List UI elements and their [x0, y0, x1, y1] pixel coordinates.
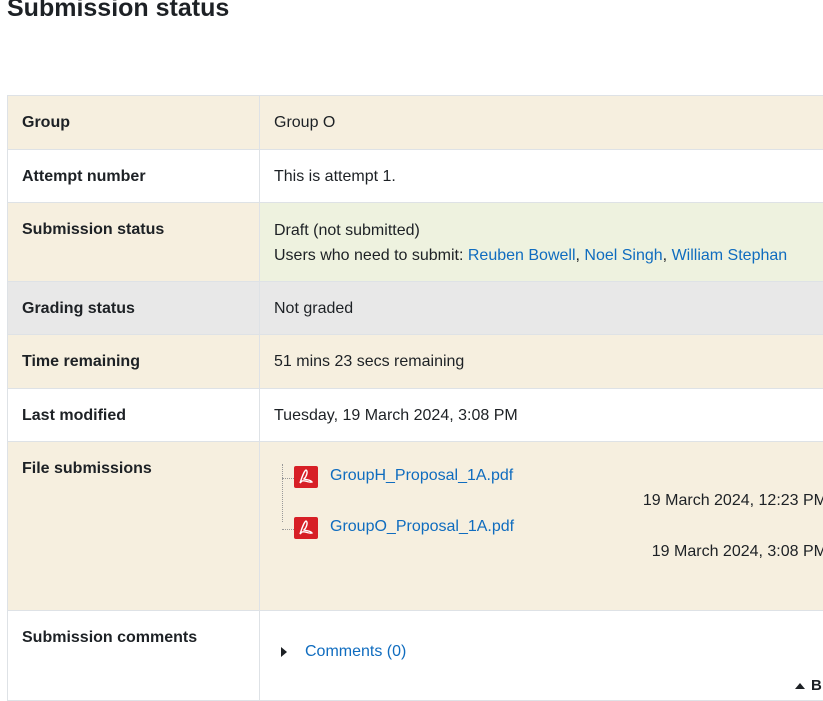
- comments-link[interactable]: Comments (0): [305, 643, 406, 661]
- row-attempt-number: Attempt number This is attempt 1.: [8, 150, 823, 203]
- row-label: Group: [8, 96, 260, 150]
- tree-line: [282, 464, 283, 522]
- caret-right-icon: [281, 647, 287, 657]
- row-label: Attempt number: [8, 150, 260, 203]
- users-prefix: Users who need to submit:: [274, 247, 468, 264]
- group-value: Group O: [260, 96, 823, 150]
- row-file-submissions: File submissions GroupH_Proposal_1A.pdf …: [8, 442, 823, 611]
- pdf-icon: [294, 517, 318, 539]
- user-link[interactable]: William Stephan: [672, 247, 788, 264]
- user-link[interactable]: Reuben Bowell: [468, 247, 576, 264]
- back-to-top[interactable]: B: [795, 677, 822, 694]
- tree-branch: [282, 529, 294, 530]
- tree-branch: [282, 478, 294, 479]
- row-label: Time remaining: [8, 335, 260, 389]
- arrow-up-icon: [795, 683, 805, 689]
- row-label: File submissions: [8, 442, 260, 611]
- file-link[interactable]: GroupH_Proposal_1A.pdf: [330, 467, 513, 485]
- row-label: Last modified: [8, 389, 260, 442]
- row-label: Submission comments: [8, 611, 260, 701]
- comments-toggle[interactable]: Comments (0): [281, 643, 406, 661]
- row-label: Grading status: [8, 282, 260, 335]
- row-submission-comments: Submission comments: [8, 611, 823, 701]
- file-tree: GroupH_Proposal_1A.pdf 19 March 2024, 12…: [274, 460, 822, 610]
- pdf-icon: [294, 466, 318, 488]
- file-link[interactable]: GroupO_Proposal_1A.pdf: [330, 518, 514, 536]
- separator: ,: [663, 247, 672, 264]
- grading-value: Not graded: [260, 282, 823, 335]
- file-date: 19 March 2024, 12:23 PM: [643, 492, 823, 510]
- row-grading-status: Grading status Not graded: [8, 282, 823, 335]
- status-text: Draft (not submitted): [274, 218, 822, 243]
- file-submissions-value: GroupH_Proposal_1A.pdf 19 March 2024, 12…: [260, 442, 823, 611]
- row-group: Group Group O: [8, 96, 823, 150]
- attempt-value: This is attempt 1.: [260, 150, 823, 203]
- back-to-top-label: B: [811, 677, 822, 694]
- time-remaining-value: 51 mins 23 secs remaining: [260, 335, 823, 389]
- row-label: Submission status: [8, 203, 260, 282]
- submission-status-value: Draft (not submitted) Users who need to …: [260, 203, 823, 282]
- submission-status-table: Group Group O Attempt number This is att…: [7, 95, 823, 701]
- user-link[interactable]: Noel Singh: [584, 247, 662, 264]
- last-modified-value: Tuesday, 19 March 2024, 3:08 PM: [260, 389, 823, 442]
- file-date: 19 March 2024, 3:08 PM: [652, 543, 823, 561]
- page-title: Submission status: [7, 0, 229, 23]
- row-submission-status: Submission status Draft (not submitted) …: [8, 203, 823, 282]
- row-last-modified: Last modified Tuesday, 19 March 2024, 3:…: [8, 389, 823, 442]
- row-time-remaining: Time remaining 51 mins 23 secs remaining: [8, 335, 823, 389]
